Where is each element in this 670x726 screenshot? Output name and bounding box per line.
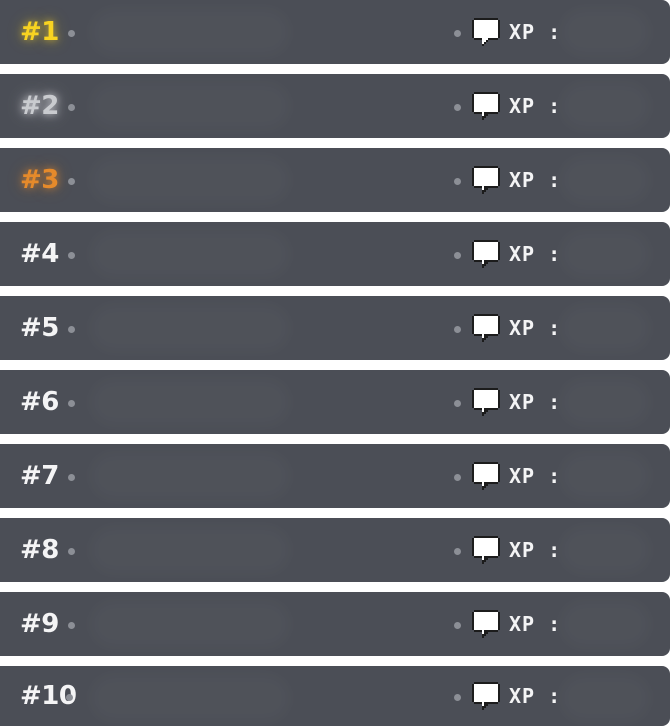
blurred-xp-value: [560, 452, 650, 500]
xp-label: XP :: [509, 464, 562, 488]
chat-bubble-icon: [472, 92, 500, 120]
chat-bubble-icon: [472, 314, 500, 342]
separator-dot: [68, 400, 75, 407]
rank-label: #7: [20, 461, 59, 491]
blurred-username: [90, 304, 290, 352]
blurred-username: [90, 378, 290, 426]
leaderboard-row: #7 XP :: [0, 444, 670, 508]
separator-dot: [68, 104, 75, 111]
leaderboard-row: #10 XP :: [0, 666, 670, 726]
chat-bubble-icon: [472, 388, 500, 416]
chat-bubble-icon: [472, 18, 500, 46]
separator-dot: [66, 694, 73, 701]
separator-dot: [68, 622, 75, 629]
blurred-xp-value: [560, 378, 650, 426]
chat-bubble-icon: [472, 462, 500, 490]
rank-label: #1: [20, 17, 59, 47]
xp-label: XP :: [509, 612, 562, 636]
separator-dot: [68, 252, 75, 259]
blurred-username: [90, 452, 290, 500]
blurred-username: [90, 674, 290, 722]
xp-label: XP :: [509, 538, 562, 562]
leaderboard-row: #8 XP :: [0, 518, 670, 582]
leaderboard-row: #5 XP :: [0, 296, 670, 360]
leaderboard-row: #4 XP :: [0, 222, 670, 286]
chat-bubble-icon: [472, 610, 500, 638]
leaderboard-row: #2 XP :: [0, 74, 670, 138]
chat-bubble-icon: [472, 166, 500, 194]
separator-dot: [68, 326, 75, 333]
rank-label: #4: [20, 239, 59, 269]
xp-label: XP :: [509, 168, 562, 192]
separator-dot: [454, 178, 461, 185]
leaderboard-row: #3 XP :: [0, 148, 670, 212]
separator-dot: [454, 104, 461, 111]
blurred-username: [90, 526, 290, 574]
separator-dot: [68, 30, 75, 37]
xp-label: XP :: [509, 390, 562, 414]
blurred-xp-value: [560, 230, 650, 278]
separator-dot: [454, 326, 461, 333]
leaderboard-row: #9 XP :: [0, 592, 670, 656]
separator-dot: [68, 178, 75, 185]
chat-bubble-icon: [472, 240, 500, 268]
separator-dot: [454, 252, 461, 259]
blurred-username: [90, 82, 290, 130]
blurred-xp-value: [560, 526, 650, 574]
separator-dot: [454, 622, 461, 629]
blurred-xp-value: [560, 82, 650, 130]
rank-label: #6: [20, 387, 59, 417]
blurred-xp-value: [560, 8, 650, 56]
separator-dot: [68, 548, 75, 555]
chat-bubble-icon: [472, 536, 500, 564]
chat-bubble-icon: [472, 682, 500, 710]
xp-label: XP :: [509, 242, 562, 266]
blurred-xp-value: [560, 156, 650, 204]
separator-dot: [454, 474, 461, 481]
rank-label: #3: [20, 165, 59, 195]
blurred-xp-value: [560, 304, 650, 352]
xp-label: XP :: [509, 684, 562, 708]
separator-dot: [454, 694, 461, 701]
blurred-username: [90, 8, 290, 56]
leaderboard: #1 XP : #2 XP : #3 XP : #4 XP: #5 XP: …: [0, 0, 670, 726]
leaderboard-row: #6 XP :: [0, 370, 670, 434]
blurred-username: [90, 230, 290, 278]
separator-dot: [68, 474, 75, 481]
blurred-xp-value: [560, 600, 650, 648]
xp-label: XP :: [509, 20, 562, 44]
rank-label: #2: [20, 91, 59, 121]
xp-label: XP :: [509, 316, 562, 340]
xp-label: XP :: [509, 94, 562, 118]
blurred-username: [90, 600, 290, 648]
leaderboard-row: #1 XP :: [0, 0, 670, 64]
separator-dot: [454, 548, 461, 555]
separator-dot: [454, 400, 461, 407]
rank-label: #8: [20, 535, 59, 565]
rank-label: #9: [20, 609, 59, 639]
rank-label: #5: [20, 313, 59, 343]
separator-dot: [454, 30, 461, 37]
blurred-username: [90, 156, 290, 204]
blurred-xp-value: [560, 674, 650, 722]
